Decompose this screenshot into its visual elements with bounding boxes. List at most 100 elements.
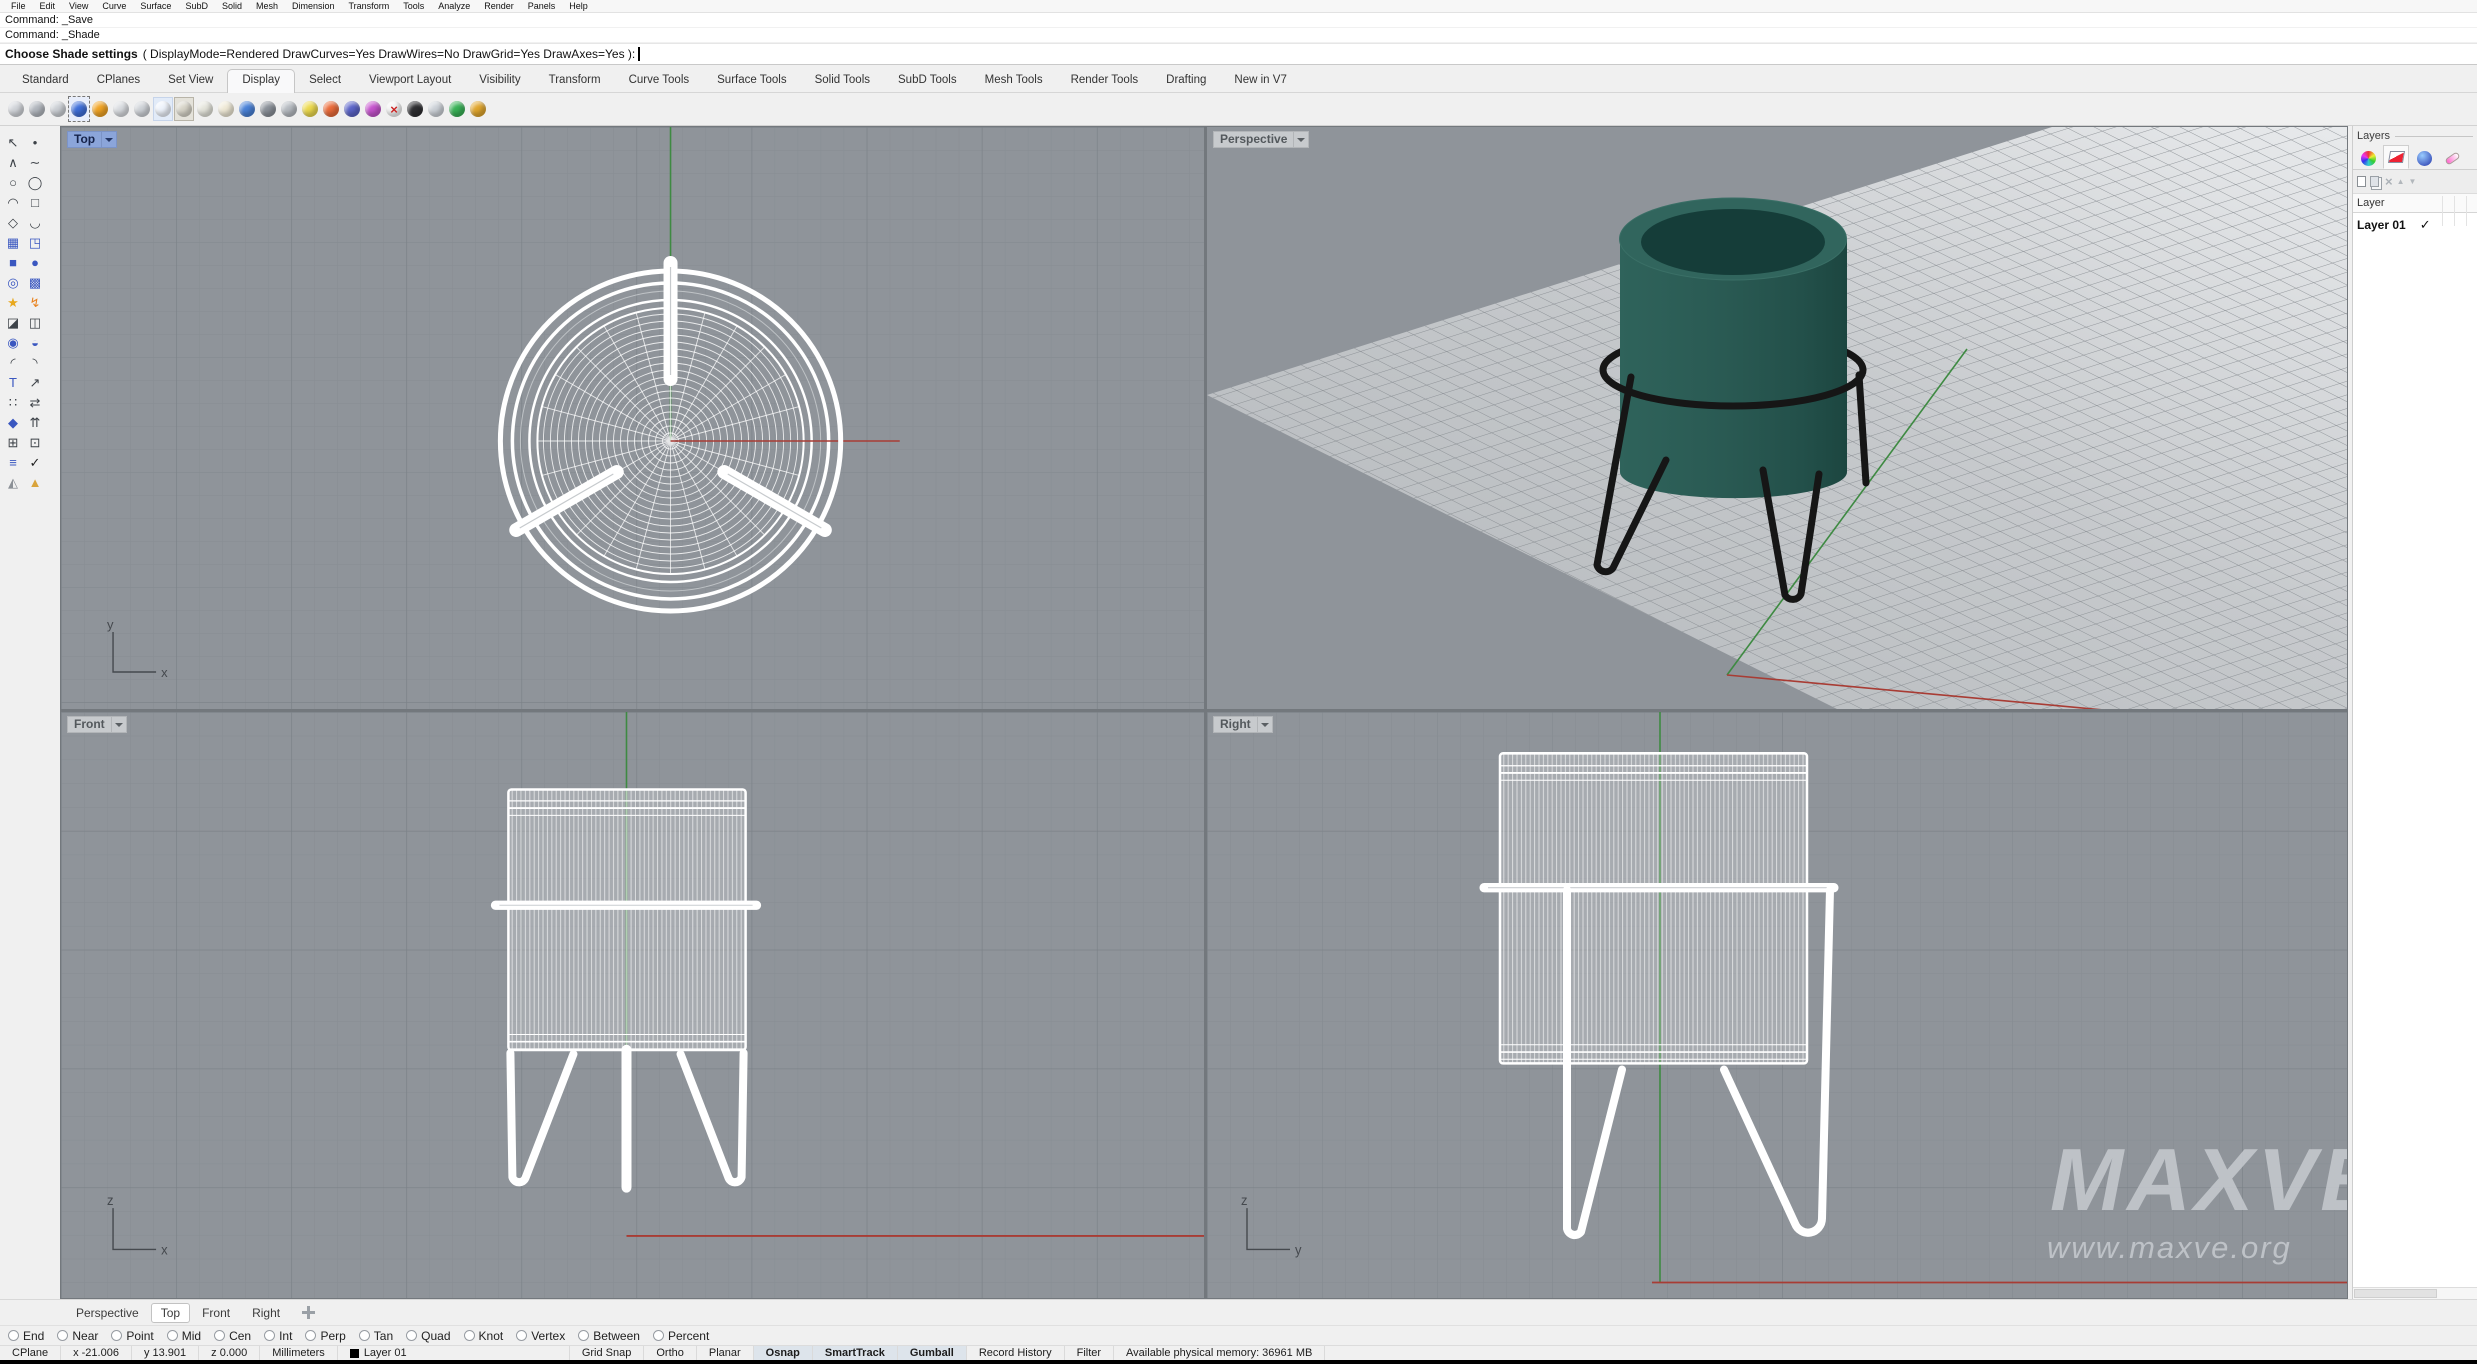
viewport-menu-arrow-icon[interactable] xyxy=(1293,132,1308,147)
technical-display-icon[interactable] xyxy=(132,97,152,121)
status-cell[interactable]: Gumball xyxy=(898,1346,967,1360)
current-layer-check[interactable]: ✓ xyxy=(2420,217,2431,233)
rectangular-array-icon[interactable]: ⊞ xyxy=(3,434,23,451)
refresh-shade-icon[interactable] xyxy=(237,97,257,121)
viewport-title-top[interactable]: Top xyxy=(67,131,117,148)
osnap-checkbox[interactable] xyxy=(57,1330,68,1341)
viewport-title-front[interactable]: Front xyxy=(67,716,127,733)
screen-capture-icon[interactable] xyxy=(405,97,425,121)
copy-layer-icon[interactable] xyxy=(2370,176,2379,187)
ghosted-display-icon[interactable] xyxy=(48,97,68,121)
rectangle-icon[interactable]: □ xyxy=(25,194,45,211)
clear-viewport-icon[interactable]: × xyxy=(384,97,404,121)
render-icon[interactable] xyxy=(258,97,278,121)
status-cell[interactable]: Record History xyxy=(967,1346,1065,1360)
primitives-icon[interactable]: ◭ xyxy=(3,474,23,491)
viewport-capture-icon[interactable] xyxy=(342,97,362,121)
osnap-toggle[interactable]: Point xyxy=(111,1329,153,1343)
solid-tools-icon[interactable]: ◆ xyxy=(3,414,23,431)
status-cell[interactable]: Grid Snap xyxy=(570,1346,645,1360)
toolbar-tab[interactable]: New in V7 xyxy=(1220,70,1300,92)
linked-viewports-icon[interactable] xyxy=(426,97,446,121)
osnap-toggle[interactable]: Vertex xyxy=(516,1329,565,1343)
toolbar-tab[interactable]: Transform xyxy=(535,70,615,92)
viewport-tab[interactable]: Top xyxy=(151,1303,190,1323)
front-viewport-canvas[interactable]: z x xyxy=(61,712,1204,1298)
mesh-surface-icon[interactable]: ▩ xyxy=(25,274,45,291)
osnap-checkbox[interactable] xyxy=(406,1330,417,1341)
explode-icon[interactable]: ★ xyxy=(3,294,23,311)
wireframe-display-icon[interactable] xyxy=(6,97,26,121)
rendered-display-icon[interactable] xyxy=(69,97,89,121)
menu-item[interactable]: Analyze xyxy=(431,1,477,11)
toolbar-tab[interactable]: Display xyxy=(227,69,295,93)
pen-display-icon[interactable] xyxy=(174,97,194,121)
viewport-tab[interactable]: Perspective xyxy=(66,1303,149,1323)
viewport-tab[interactable]: Front xyxy=(192,1303,240,1323)
toolbar-tab[interactable]: Drafting xyxy=(1152,70,1220,92)
panel-horizontal-scrollbar[interactable] xyxy=(2353,1287,2477,1299)
menu-item[interactable]: Mesh xyxy=(249,1,285,11)
toolbar-tab[interactable]: Select xyxy=(295,70,355,92)
point-edit-icon[interactable]: ✓ xyxy=(25,454,45,471)
command-prompt-options[interactable]: ( DisplayMode=Rendered DrawCurves=Yes Dr… xyxy=(143,47,636,61)
layers-panel-tab[interactable] xyxy=(2383,145,2409,169)
select-pointer-icon[interactable]: ↖ xyxy=(3,134,23,151)
arctic-display-icon[interactable] xyxy=(153,97,173,121)
status-cell[interactable]: z 0.000 xyxy=(199,1346,260,1360)
toolbar-tab[interactable]: Visibility xyxy=(465,70,534,92)
viewport-menu-arrow-icon[interactable] xyxy=(1257,717,1272,732)
render-window-icon[interactable] xyxy=(279,97,299,121)
surface-grid-icon[interactable]: ▦ xyxy=(3,234,23,251)
perspective-viewport-canvas[interactable] xyxy=(1207,127,2347,709)
status-cell[interactable]: Millimeters xyxy=(260,1346,338,1360)
point-icon[interactable]: • xyxy=(25,134,45,151)
command-prompt[interactable]: Choose Shade settings ( DisplayMode=Rend… xyxy=(0,43,2477,65)
menu-item[interactable]: Edit xyxy=(33,1,63,11)
extrude-icon[interactable]: ⇈ xyxy=(25,414,45,431)
toolbar-tab[interactable]: Surface Tools xyxy=(703,70,800,92)
osnap-checkbox[interactable] xyxy=(464,1330,475,1341)
show-curves-icon[interactable] xyxy=(363,97,383,121)
toolbar-tab[interactable]: Set View xyxy=(154,70,227,92)
menu-item[interactable]: Curve xyxy=(95,1,133,11)
status-cell[interactable]: Ortho xyxy=(644,1346,697,1360)
osnap-toggle[interactable]: Percent xyxy=(653,1329,709,1343)
copy-icon[interactable]: ∷ xyxy=(3,394,23,411)
status-cell[interactable]: CPlane xyxy=(0,1346,61,1360)
osnap-toggle[interactable]: End xyxy=(8,1329,44,1343)
viewport-title-label[interactable]: Top xyxy=(68,132,101,147)
status-cell[interactable]: Available physical memory: 36961 MB xyxy=(1114,1346,1325,1360)
viewport-top[interactable]: y x Top xyxy=(61,127,1204,709)
trim-icon[interactable]: ◪ xyxy=(3,314,23,331)
viewport-title-right[interactable]: Right xyxy=(1213,716,1273,733)
delete-layer-icon[interactable]: × xyxy=(2385,175,2393,188)
osnap-checkbox[interactable] xyxy=(359,1330,370,1341)
raytraced-display-icon[interactable] xyxy=(90,97,110,121)
new-viewport-icon[interactable] xyxy=(302,1306,315,1319)
osnap-toggle[interactable]: Near xyxy=(57,1329,98,1343)
box-icon[interactable]: ■ xyxy=(3,254,23,271)
display-panel-tab[interactable] xyxy=(2355,148,2381,169)
menu-item[interactable]: View xyxy=(62,1,95,11)
curve-boolean-icon[interactable]: ↯ xyxy=(25,294,45,311)
menu-item[interactable]: File xyxy=(4,1,33,11)
osnap-toggle[interactable]: Between xyxy=(578,1329,640,1343)
shaded-display-icon[interactable] xyxy=(27,97,47,121)
menu-item[interactable]: Dimension xyxy=(285,1,342,11)
extend-curve-icon[interactable]: ◝ xyxy=(25,354,45,371)
shade-selected-icon[interactable] xyxy=(216,97,236,121)
menu-item[interactable]: Surface xyxy=(133,1,178,11)
menu-item[interactable]: Panels xyxy=(521,1,563,11)
toolbar-tab[interactable]: Render Tools xyxy=(1057,70,1153,92)
viewport-title-label[interactable]: Front xyxy=(68,717,111,732)
osnap-checkbox[interactable] xyxy=(167,1330,178,1341)
osnap-checkbox[interactable] xyxy=(305,1330,316,1341)
split-icon[interactable]: ◫ xyxy=(25,314,45,331)
osnap-toggle[interactable]: Tan xyxy=(359,1329,393,1343)
text-object-icon[interactable]: T xyxy=(3,374,23,391)
orient-icon[interactable]: ⇄ xyxy=(25,394,45,411)
blend-curve-icon[interactable]: ◡ xyxy=(25,214,45,231)
viewport-title-label[interactable]: Perspective xyxy=(1214,132,1293,147)
osnap-toggle[interactable]: Mid xyxy=(167,1329,201,1343)
